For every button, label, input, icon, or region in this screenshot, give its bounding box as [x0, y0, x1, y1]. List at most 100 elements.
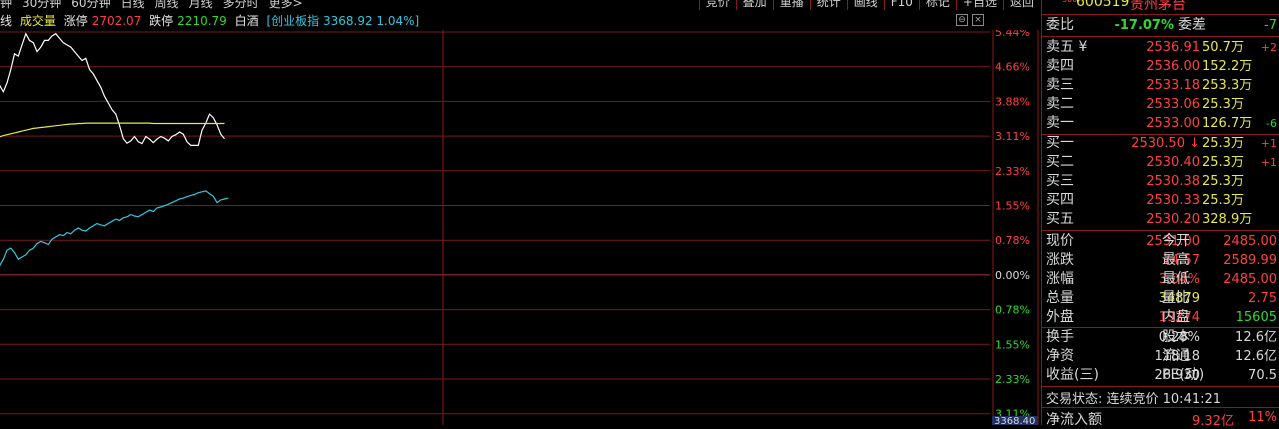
level-volume: 126.7万: [1202, 116, 1253, 131]
index-reference[interactable]: [创业板指 3368.92 1.04%]: [266, 14, 419, 28]
stock-name: 贵州茅台: [1130, 0, 1186, 13]
level-label: 卖三: [1046, 77, 1074, 93]
y-tick-label: 1.55%: [995, 200, 1030, 213]
y-tick-label: 3.88%: [995, 95, 1030, 108]
quote-row: 换手 0.28% 股本 12.6亿: [1042, 328, 1279, 347]
quote-row: 现价 2531.00 今开 2485.00: [1042, 232, 1279, 251]
quote-value: 15605: [1235, 310, 1277, 325]
tool-button[interactable]: 统计: [809, 0, 847, 10]
sell-level-row[interactable]: 卖五 ¥2536.91 50.7万 +2: [1042, 38, 1279, 57]
level-label: 买五: [1046, 211, 1074, 227]
level-change: +2: [1260, 41, 1277, 54]
rank-tag: 300: [1062, 0, 1077, 4]
buy-level-row[interactable]: 买一 2530.50 ↓ 25.3万 +1: [1042, 134, 1279, 153]
level-label: 买一: [1046, 135, 1074, 151]
quote-value: 12.6亿: [1235, 349, 1277, 364]
index-line: [0, 190, 229, 267]
buy-orders: 买一 2530.50 ↓ 25.3万 +1 买二 2530.40 25.3万 +1 买三 2530…: [1042, 134, 1279, 230]
sell-level-row[interactable]: 卖四 2536.00 152.2万: [1042, 57, 1279, 76]
divider: [1042, 230, 1279, 231]
trade-status: 交易状态: 连续竞价 10:41:21: [1046, 392, 1222, 407]
tool-button[interactable]: 竞价: [698, 0, 736, 10]
net-inflow-pct: 11%: [1248, 410, 1277, 425]
sector-label[interactable]: 白酒: [235, 14, 259, 28]
level-price: 2530.33: [1146, 193, 1200, 208]
buy-level-row[interactable]: 买三 2530.38 25.3万: [1042, 172, 1279, 191]
period-tab[interactable]: 周线: [155, 0, 179, 10]
period-tab[interactable]: 多分时: [223, 0, 259, 10]
sell-level-row[interactable]: 卖一 2533.00 126.7万 -6: [1042, 114, 1279, 133]
sell-level-row[interactable]: 卖三 2533.18 253.3万: [1042, 76, 1279, 95]
level-label: 卖一: [1046, 115, 1074, 131]
period-tabs: 钟 30分钟 60分钟 日线 周线 月线 多分时 更多>: [0, 0, 313, 10]
tool-button[interactable]: 标记: [918, 0, 956, 10]
quote-label: 涨幅: [1046, 271, 1074, 287]
order-ratio-row: 委比 -17.07% 委差 -7: [1042, 16, 1279, 35]
quote-label: 流通: [1162, 348, 1190, 364]
level-label: 买三: [1046, 173, 1074, 189]
tool-button[interactable]: +自选: [955, 0, 1003, 10]
quote-label: 今开: [1162, 233, 1190, 249]
level-label: 卖四: [1046, 58, 1074, 74]
level-price: 2530.50 ↓: [1131, 136, 1200, 151]
sell-level-row[interactable]: 卖二 2533.06 25.3万: [1042, 95, 1279, 114]
quote-label: 股本: [1162, 329, 1190, 345]
quote-row: 总量 34879 量比 2.75: [1042, 289, 1279, 308]
period-tab[interactable]: 更多>: [269, 0, 303, 10]
period-tab[interactable]: 钟: [0, 0, 12, 10]
buy-level-row[interactable]: 买四 2530.33 25.3万: [1042, 191, 1279, 210]
quote-value: 70.5: [1248, 368, 1277, 383]
y-tick-label: 0.78%: [995, 234, 1030, 247]
buy-level-row[interactable]: 买五 2530.20 328.9万: [1042, 210, 1279, 229]
tool-button[interactable]: F10: [883, 0, 919, 10]
divider: [1042, 14, 1279, 15]
level-price: 2533.00: [1146, 116, 1200, 131]
quote-row: 净资 118.18 流通 12.6亿: [1042, 347, 1279, 366]
quote-panel: 300 600519 贵州茅台 委比 -17.07% 委差 -7 卖五 ¥ 253…: [1041, 0, 1279, 429]
period-tab[interactable]: 月线: [189, 0, 213, 10]
level-label: 买二: [1046, 154, 1074, 170]
level-price: 2536.00: [1146, 59, 1200, 74]
quote-row: 收益(三) 26.930 PE(动) 70.5: [1042, 366, 1279, 385]
period-tab[interactable]: 60分钟: [71, 0, 110, 10]
level-volume: 25.3万: [1202, 174, 1244, 189]
quote-label: 最高: [1162, 252, 1190, 268]
header-prefix: 线: [0, 14, 13, 28]
quote-value: 12.6亿: [1235, 330, 1277, 345]
intraday-chart[interactable]: 5.44% 4.66% 3.88% 3.11% 2.33% 1.55% 0.78% 0.00%…: [0, 30, 1040, 425]
period-tab[interactable]: 日线: [121, 0, 145, 10]
level-price: 2533.18: [1146, 78, 1200, 93]
level-price: 2530.38: [1146, 174, 1200, 189]
buy-level-row[interactable]: 买二 2530.40 25.3万 +1: [1042, 153, 1279, 172]
chart-header: 线 成交量 涨停 2702.07 跌停 2210.79 白酒 [创业板指 3368.…: [0, 12, 423, 29]
close-icon[interactable]: ×: [972, 14, 984, 26]
level-label: 卖五 ¥: [1046, 39, 1088, 55]
level-change: +1: [1260, 156, 1277, 169]
tool-button[interactable]: 返回: [1002, 0, 1040, 10]
collapse-icon[interactable]: ⊖: [956, 14, 968, 26]
divider: [1042, 407, 1279, 408]
tool-button[interactable]: 叠加: [735, 0, 773, 10]
stock-code: 600519: [1076, 0, 1130, 10]
quote-label: 外盘: [1046, 309, 1074, 325]
period-tab[interactable]: 30分钟: [22, 0, 61, 10]
level-change: +1: [1260, 137, 1277, 150]
limit-down-label: 跌停: [149, 14, 174, 28]
weicha-label: 委差: [1178, 17, 1206, 33]
y-tick-label: 5.44%: [995, 30, 1030, 39]
quote-row: 外盘 19274 内盘 15605: [1042, 308, 1279, 327]
tool-button[interactable]: 画线: [846, 0, 884, 10]
limit-up-label: 涨停: [63, 14, 88, 28]
level-label: 买四: [1046, 192, 1074, 208]
net-inflow-value: 9.32亿: [1192, 414, 1234, 429]
sell-orders: 卖五 ¥2536.91 50.7万 +2 卖四 2536.00 152.2万 卖三 2533.…: [1042, 38, 1279, 134]
quote-label: 涨跌: [1046, 252, 1074, 268]
level-price: 2536.91: [1146, 40, 1200, 55]
quote-row: 涨跌 74.57 最高 2589.99: [1042, 251, 1279, 270]
weicha-value: -7: [1264, 18, 1277, 33]
quote-stats: 现价 2531.00 今开 2485.00 涨跌 74.57 最高 2589.99 涨幅 3.04…: [1042, 232, 1279, 327]
weibi-value: -17.07%: [1114, 18, 1174, 33]
volume-label[interactable]: 成交量: [20, 14, 56, 28]
divider: [1042, 36, 1279, 37]
tool-button[interactable]: 重播: [772, 0, 810, 10]
